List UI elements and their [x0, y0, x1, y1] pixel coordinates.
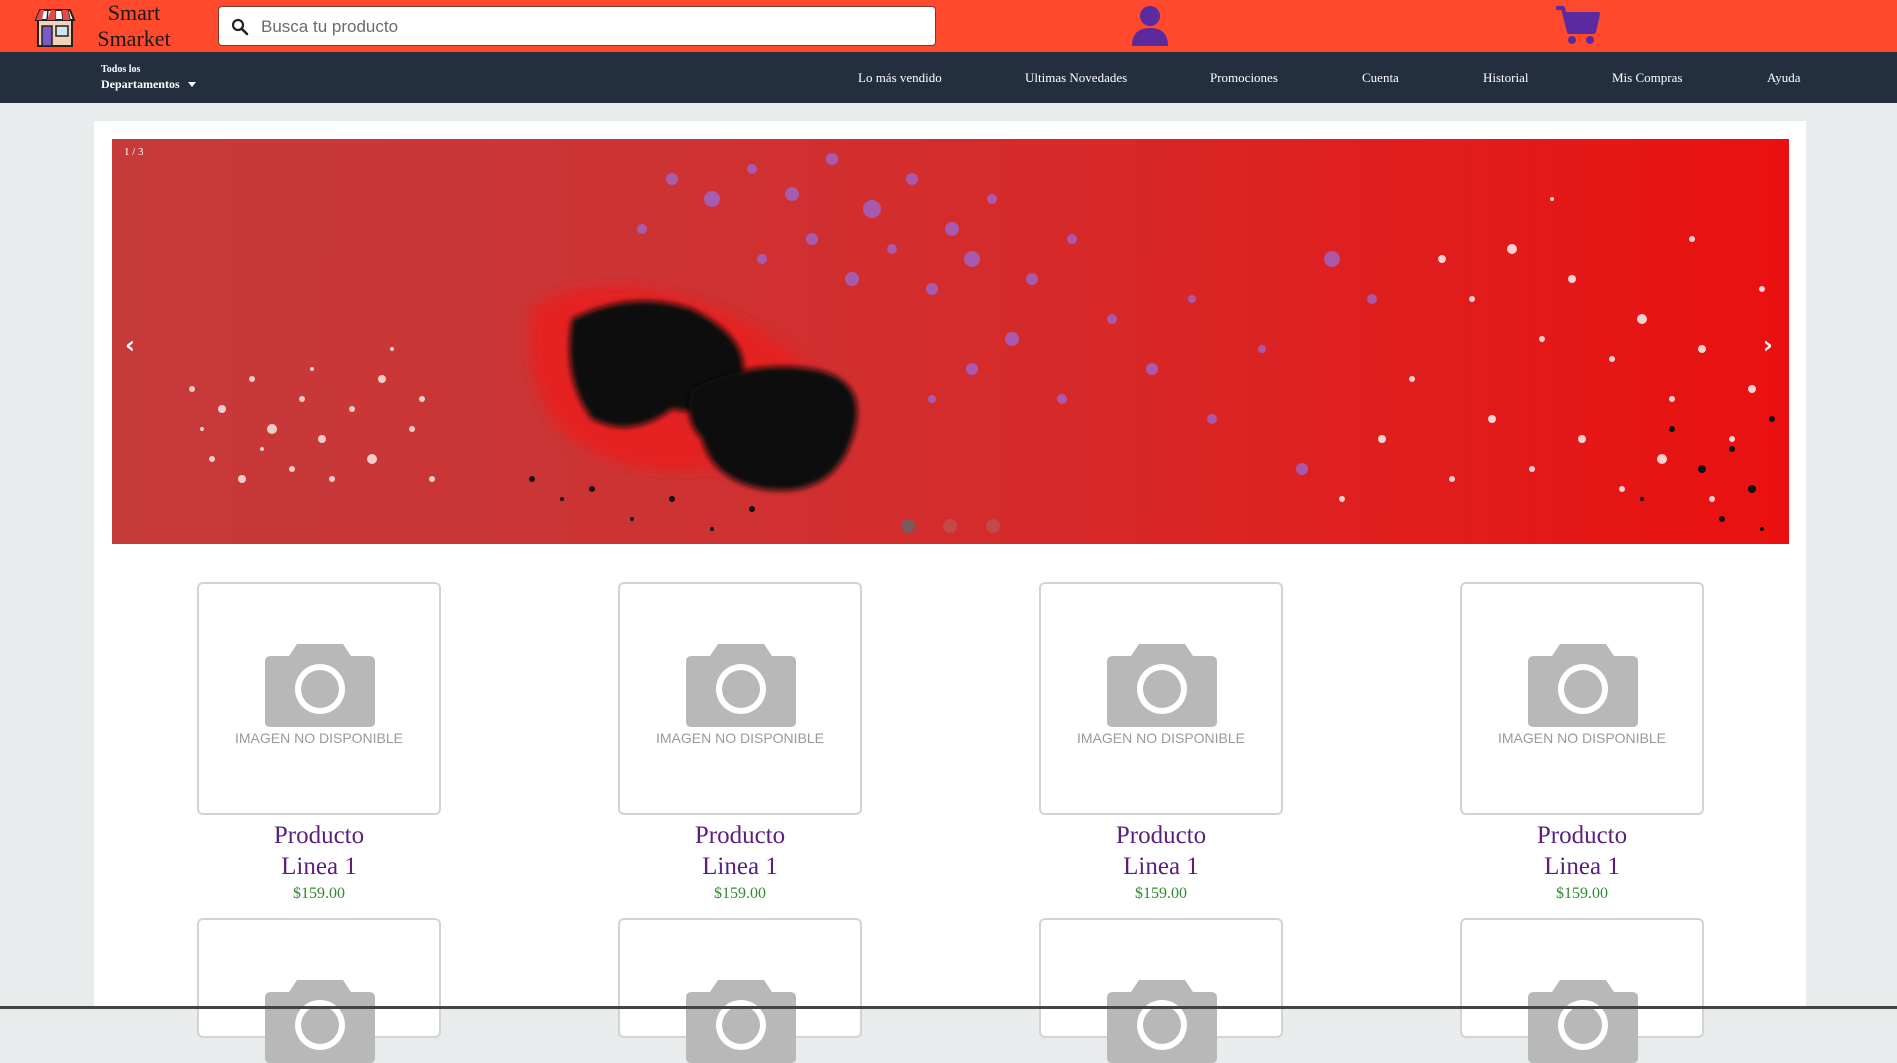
camera-icon	[1107, 980, 1217, 1063]
product-image[interactable]: IMAGEN NO DISPONIBLE	[618, 582, 862, 815]
product-name-line-2: Linea 1	[1123, 853, 1199, 880]
product-name-line-2: Linea 1	[281, 853, 357, 880]
brand-name[interactable]: Smart Smarket	[84, 0, 184, 52]
cart-icon[interactable]	[1554, 4, 1600, 46]
camera-icon	[265, 644, 375, 727]
product-name-line-2: Linea 1	[1544, 853, 1620, 880]
product-name[interactable]: Producto Linea 1	[618, 820, 862, 882]
product-name-line-1: Producto	[273, 822, 365, 849]
nav-history[interactable]: Historial	[1483, 70, 1529, 86]
search-bar[interactable]	[218, 6, 936, 46]
product-name[interactable]: Producto Linea 1	[197, 820, 441, 882]
carousel-next-button[interactable]: ›	[1763, 332, 1773, 358]
brand-line-1: Smart	[107, 0, 161, 25]
departments-label: Departamentos	[101, 77, 180, 91]
departments-dropdown[interactable]: Todos los Departamentos	[101, 64, 196, 93]
image-unavailable-text: IMAGEN NO DISPONIBLE	[1497, 730, 1667, 746]
product-card[interactable]: IMAGEN NO DISPONIBLE Producto Linea 1 $1…	[1460, 582, 1704, 903]
camera-icon	[265, 980, 375, 1063]
product-image[interactable]	[1039, 918, 1283, 1063]
product-card[interactable]: IMAGEN NO DISPONIBLE Producto Linea 1 $1…	[1039, 582, 1283, 903]
product-name-line-1: Producto	[1536, 822, 1628, 849]
top-bar: Smart Smarket	[0, 0, 1897, 52]
product-image[interactable]: IMAGEN NO DISPONIBLE	[197, 582, 441, 815]
product-price: $159.00	[293, 885, 345, 902]
user-icon[interactable]	[1130, 4, 1170, 46]
product-card[interactable]	[618, 918, 862, 1063]
product-name-line-1: Producto	[694, 822, 786, 849]
product-name[interactable]: Producto Linea 1	[1460, 820, 1704, 882]
product-image[interactable]: IMAGEN NO DISPONIBLE	[1460, 582, 1704, 815]
nav-my-purchases[interactable]: Mis Compras	[1612, 70, 1682, 86]
product-price: $159.00	[714, 885, 766, 902]
carousel-dot-2[interactable]	[943, 519, 957, 533]
carousel-dot-1[interactable]	[901, 519, 915, 533]
camera-icon	[686, 644, 796, 727]
camera-icon	[686, 980, 796, 1063]
product-card[interactable]: IMAGEN NO DISPONIBLE Producto Linea 1 $1…	[618, 582, 862, 903]
product-image[interactable]	[1460, 918, 1704, 1063]
product-card[interactable]: IMAGEN NO DISPONIBLE Producto Linea 1 $1…	[197, 582, 441, 903]
camera-icon	[1528, 980, 1638, 1063]
product-image[interactable]	[197, 918, 441, 1063]
product-image[interactable]: IMAGEN NO DISPONIBLE	[1039, 582, 1283, 815]
nav-help[interactable]: Ayuda	[1767, 70, 1800, 86]
nav-account[interactable]: Cuenta	[1362, 70, 1399, 86]
chevron-down-icon	[187, 81, 196, 87]
image-unavailable-text: IMAGEN NO DISPONIBLE	[1076, 730, 1246, 746]
brand-line-2: Smarket	[97, 26, 171, 51]
nav-promotions[interactable]: Promociones	[1210, 70, 1278, 86]
product-name-line-1: Producto	[1115, 822, 1207, 849]
camera-icon	[1107, 644, 1217, 727]
image-unavailable-text: IMAGEN NO DISPONIBLE	[234, 730, 404, 746]
search-icon[interactable]	[231, 18, 249, 36]
nav-new-arrivals[interactable]: Ultimas Novedades	[1025, 70, 1127, 86]
product-card[interactable]	[1039, 918, 1283, 1063]
product-image[interactable]	[618, 918, 862, 1063]
product-name-line-2: Linea 1	[702, 853, 778, 880]
carousel-dot-3[interactable]	[986, 519, 1000, 533]
departments-label-small: Todos los	[101, 64, 141, 75]
product-card[interactable]	[1460, 918, 1704, 1063]
nav-best-sellers[interactable]: Lo más vendido	[858, 70, 942, 86]
banner-image	[189, 153, 1775, 531]
search-input[interactable]	[259, 13, 923, 41]
image-unavailable-text: IMAGEN NO DISPONIBLE	[655, 730, 825, 746]
product-price: $159.00	[1135, 885, 1187, 902]
product-price: $159.00	[1556, 885, 1608, 902]
carousel-prev-button[interactable]: ‹	[125, 332, 135, 358]
banner-carousel[interactable]	[112, 139, 1789, 544]
product-card[interactable]	[197, 918, 441, 1063]
product-name[interactable]: Producto Linea 1	[1039, 820, 1283, 882]
camera-icon	[1528, 644, 1638, 727]
store-icon[interactable]	[34, 6, 76, 48]
slide-counter: 1 / 3	[124, 146, 144, 158]
